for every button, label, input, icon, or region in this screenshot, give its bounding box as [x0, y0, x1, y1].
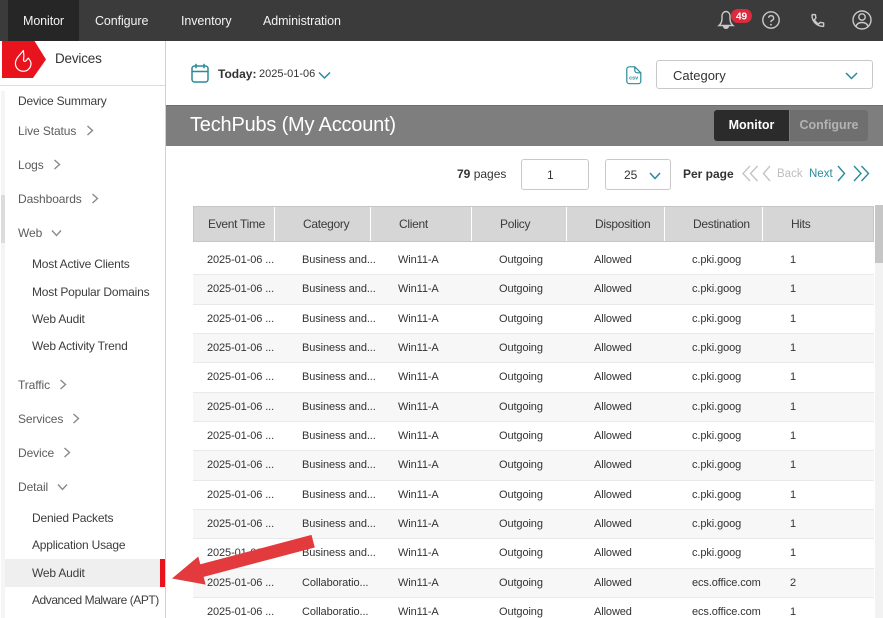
svg-text:49: 49 [736, 12, 748, 23]
svg-text:csv: csv [629, 75, 638, 81]
